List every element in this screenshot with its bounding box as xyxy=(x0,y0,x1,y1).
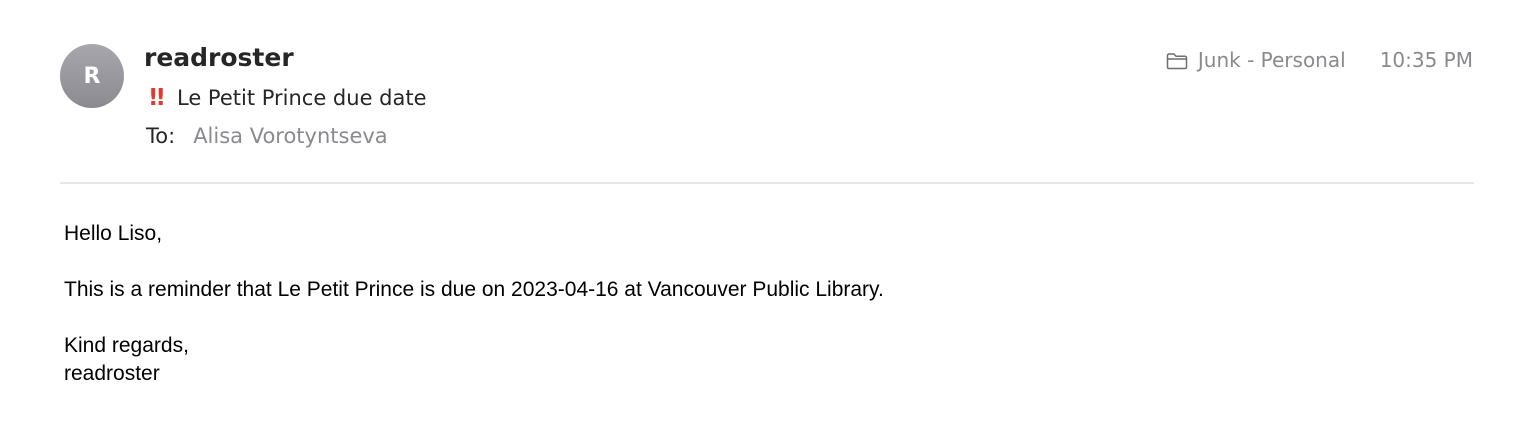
to-label: To: xyxy=(146,124,176,148)
mailbox-folder-label[interactable]: Junk - Personal xyxy=(1198,48,1346,72)
message-meta: Junk - Personal 10:35 PM xyxy=(1166,44,1473,76)
priority-high-icon: !! xyxy=(148,85,166,111)
message-body: Hello Liso, This is a reminder that Le P… xyxy=(64,220,1464,388)
recipient-name[interactable]: Alisa Vorotyntseva xyxy=(193,124,388,148)
body-signature: readroster xyxy=(64,362,160,385)
message-subject: Le Petit Prince due date xyxy=(176,86,427,110)
header-divider xyxy=(60,182,1474,184)
sender-name[interactable]: readroster xyxy=(144,40,294,76)
folder-icon xyxy=(1166,51,1188,70)
body-greeting: Hello Liso, xyxy=(64,222,163,245)
avatar-initial: R xyxy=(83,63,101,89)
subject-row: !! Le Petit Prince due date xyxy=(148,82,427,114)
message-time: 10:35 PM xyxy=(1379,48,1473,72)
body-signoff: Kind regards, readroster xyxy=(64,332,1464,388)
recipient-row: To: Alisa Vorotyntseva xyxy=(146,120,388,152)
body-closing: Kind regards, xyxy=(64,334,189,357)
body-content: This is a reminder that Le Petit Prince … xyxy=(64,278,884,301)
message-header: R readroster !! Le Petit Prince due date… xyxy=(0,0,1536,184)
sender-avatar[interactable]: R xyxy=(60,44,124,108)
